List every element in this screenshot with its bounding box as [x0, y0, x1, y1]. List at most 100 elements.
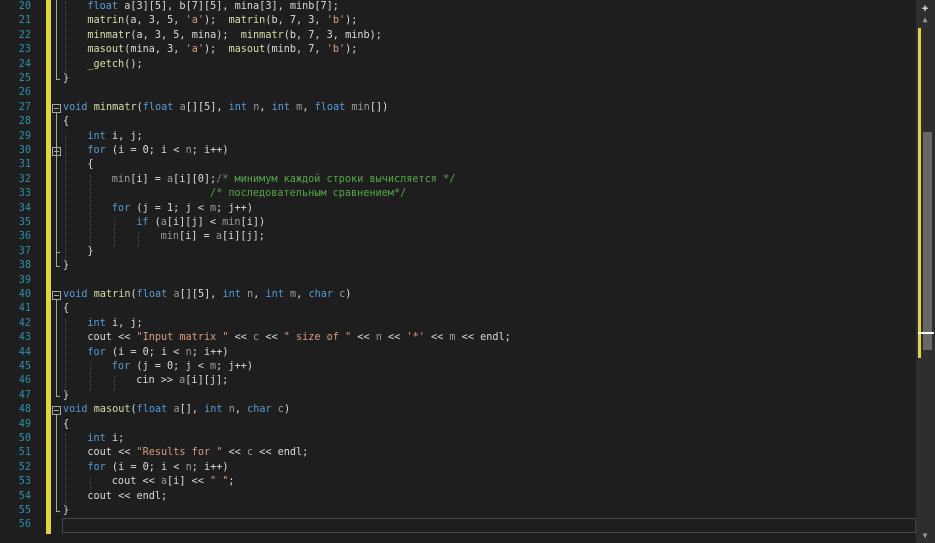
- code-token: 'a': [185, 44, 204, 56]
- code-token: <<: [424, 332, 450, 344]
- code-token: mina: [191, 29, 217, 41]
- code-token: );: [216, 29, 241, 41]
- code-line[interactable]: for (i = 0; i < n; i++): [87, 461, 228, 475]
- code-line[interactable]: }: [63, 504, 69, 518]
- code-line[interactable]: int i, j;: [87, 317, 142, 331]
- code-line[interactable]: int i, j;: [87, 130, 142, 144]
- code-line[interactable]: min[i] = a[i][j];: [161, 230, 265, 244]
- code-line[interactable]: for (i = 0; i < n; i++): [87, 346, 228, 360]
- code-token: void: [63, 289, 88, 300]
- code-line[interactable]: void minmatr(float a[][5], int n, int m,…: [63, 101, 388, 115]
- code-token: float: [87, 1, 119, 12]
- code-token: cout: [87, 490, 112, 502]
- code-line[interactable]: void matrin(float a[][5], int n, int m, …: [63, 288, 351, 302]
- code-line[interactable]: minmatr(a, 3, 5, mina); minmatr(b, 7, 3,…: [87, 29, 382, 43]
- code-line[interactable]: cout << "Input matrix " << c << " size o…: [87, 331, 510, 345]
- code-token: );: [369, 29, 382, 41]
- code-token: <<: [455, 332, 481, 344]
- fold-region-end: [56, 511, 60, 512]
- code-token: (: [105, 346, 119, 358]
- fold-collapse-icon[interactable]: [52, 291, 61, 300]
- code-token: masout: [228, 44, 266, 56]
- fold-region-end: [56, 266, 60, 268]
- code-token: [],: [179, 404, 205, 416]
- code-token: ++): [210, 346, 229, 358]
- code-line[interactable]: }: [63, 259, 69, 273]
- code-token: int: [87, 130, 106, 142]
- split-icon[interactable]: ✚: [918, 2, 932, 14]
- code-line[interactable]: {: [87, 158, 93, 172]
- code-line[interactable]: }: [63, 72, 69, 86]
- code-token: {: [63, 116, 70, 128]
- code-line[interactable]: {: [63, 418, 69, 432]
- fold-collapse-icon[interactable]: [52, 103, 61, 113]
- code-token: <<: [222, 447, 247, 459]
- code-token: char: [247, 404, 272, 416]
- scroll-up-arrow-icon[interactable]: ▲: [920, 16, 930, 24]
- code-token: {: [87, 159, 94, 171]
- code-line[interactable]: min[i] = a[i][0];/* минимум каждой строк…: [112, 173, 456, 187]
- line-number: 30: [18, 145, 31, 156]
- code-token: [][5],: [185, 101, 229, 113]
- code-line[interactable]: /* последовательным сравнением*/: [112, 187, 406, 201]
- code-token: ] =: [142, 173, 168, 185]
- code-token: ][: [197, 375, 210, 387]
- code-line[interactable]: cout << a[i] << " ";: [112, 475, 235, 489]
- code-line[interactable]: int i;: [87, 432, 124, 446]
- code-token: minb: [289, 1, 315, 12]
- line-number: 39: [18, 274, 31, 286]
- code-token: ,: [253, 289, 266, 300]
- fold-collapse-icon[interactable]: [52, 406, 61, 416]
- code-line[interactable]: {: [63, 115, 69, 129]
- code-token: ];: [215, 375, 229, 387]
- code-editor[interactable]: 20 21 22 23 24 25 26 27 28 29 30 31 32 33 34 35 36 37 38 39…: [0, 0, 935, 543]
- scrollbar-thumb[interactable]: [923, 132, 932, 350]
- code-token: >>: [154, 375, 180, 387]
- code-line[interactable]: cout << "Results for " << c << endl;: [87, 446, 308, 460]
- code-line[interactable]: for (i = 0; i < n; i++): [87, 144, 228, 158]
- change-tracking-bar: [46, 0, 51, 534]
- code-token: matrin: [87, 15, 125, 27]
- line-number: 27: [18, 101, 31, 113]
- code-line[interactable]: if (a[i][j] < min[i]): [136, 216, 265, 230]
- code-token: ,: [259, 101, 272, 113]
- code-line[interactable]: float a[3][5], b[7][5], mina[3], minb[7]…: [87, 0, 339, 14]
- line-number: 51: [18, 447, 31, 459]
- code-token: min: [351, 101, 370, 113]
- code-token: for: [111, 202, 131, 214]
- code-token: ] <: [197, 217, 223, 228]
- fold-region-line: [56, 0, 57, 79]
- scroll-down-arrow-icon[interactable]: ▼: [920, 532, 930, 540]
- code-line[interactable]: }: [87, 245, 93, 259]
- indent-guide: [138, 232, 139, 247]
- code-line[interactable]: void masout(float a[], int n, char c): [63, 403, 290, 417]
- code-line[interactable]: {: [63, 302, 69, 316]
- code-token: <<: [253, 447, 278, 459]
- code-token: <<: [351, 332, 376, 344]
- code-line[interactable]: masout(mina, 3, 'a'); masout(minb, 7, 'b…: [87, 43, 357, 57]
- code-line[interactable]: _getch();: [87, 58, 142, 72]
- line-number: 55: [18, 505, 31, 516]
- code-token: ][0];: [185, 173, 217, 185]
- code-line[interactable]: cout << endl;: [87, 490, 167, 504]
- code-line[interactable]: }: [63, 389, 69, 403]
- line-number-gutter: 20 21 22 23 24 25 26 27 28 29 30 31 32 33 34 35 36 37 38 39…: [0, 0, 46, 543]
- line-number: 35: [18, 217, 31, 228]
- code-line[interactable]: for (j = 0; j < m; j++): [112, 360, 253, 374]
- line-number: 43: [18, 332, 31, 344]
- code-token: '*': [406, 332, 425, 344]
- code-token: ][: [179, 217, 192, 228]
- code-line[interactable]: cin >> a[i][j];: [136, 374, 228, 388]
- code-line[interactable]: matrin(a, 3, 5, 'a'); matrin(b, 7, 3, 'b…: [87, 14, 357, 28]
- line-number: 48: [18, 404, 31, 416]
- code-token: " size of ": [283, 332, 352, 344]
- code-token: ,: [296, 289, 309, 300]
- code-token: ;: [216, 202, 229, 214]
- code-token: ] <<: [179, 476, 210, 488]
- code-token: ++): [210, 461, 229, 473]
- line-number: 21: [18, 15, 31, 27]
- code-line[interactable]: for (j = 1; j < m; j++): [112, 202, 253, 216]
- line-number: 52: [18, 461, 31, 473]
- indent-guide: [90, 174, 91, 247]
- code-token: }: [63, 260, 70, 272]
